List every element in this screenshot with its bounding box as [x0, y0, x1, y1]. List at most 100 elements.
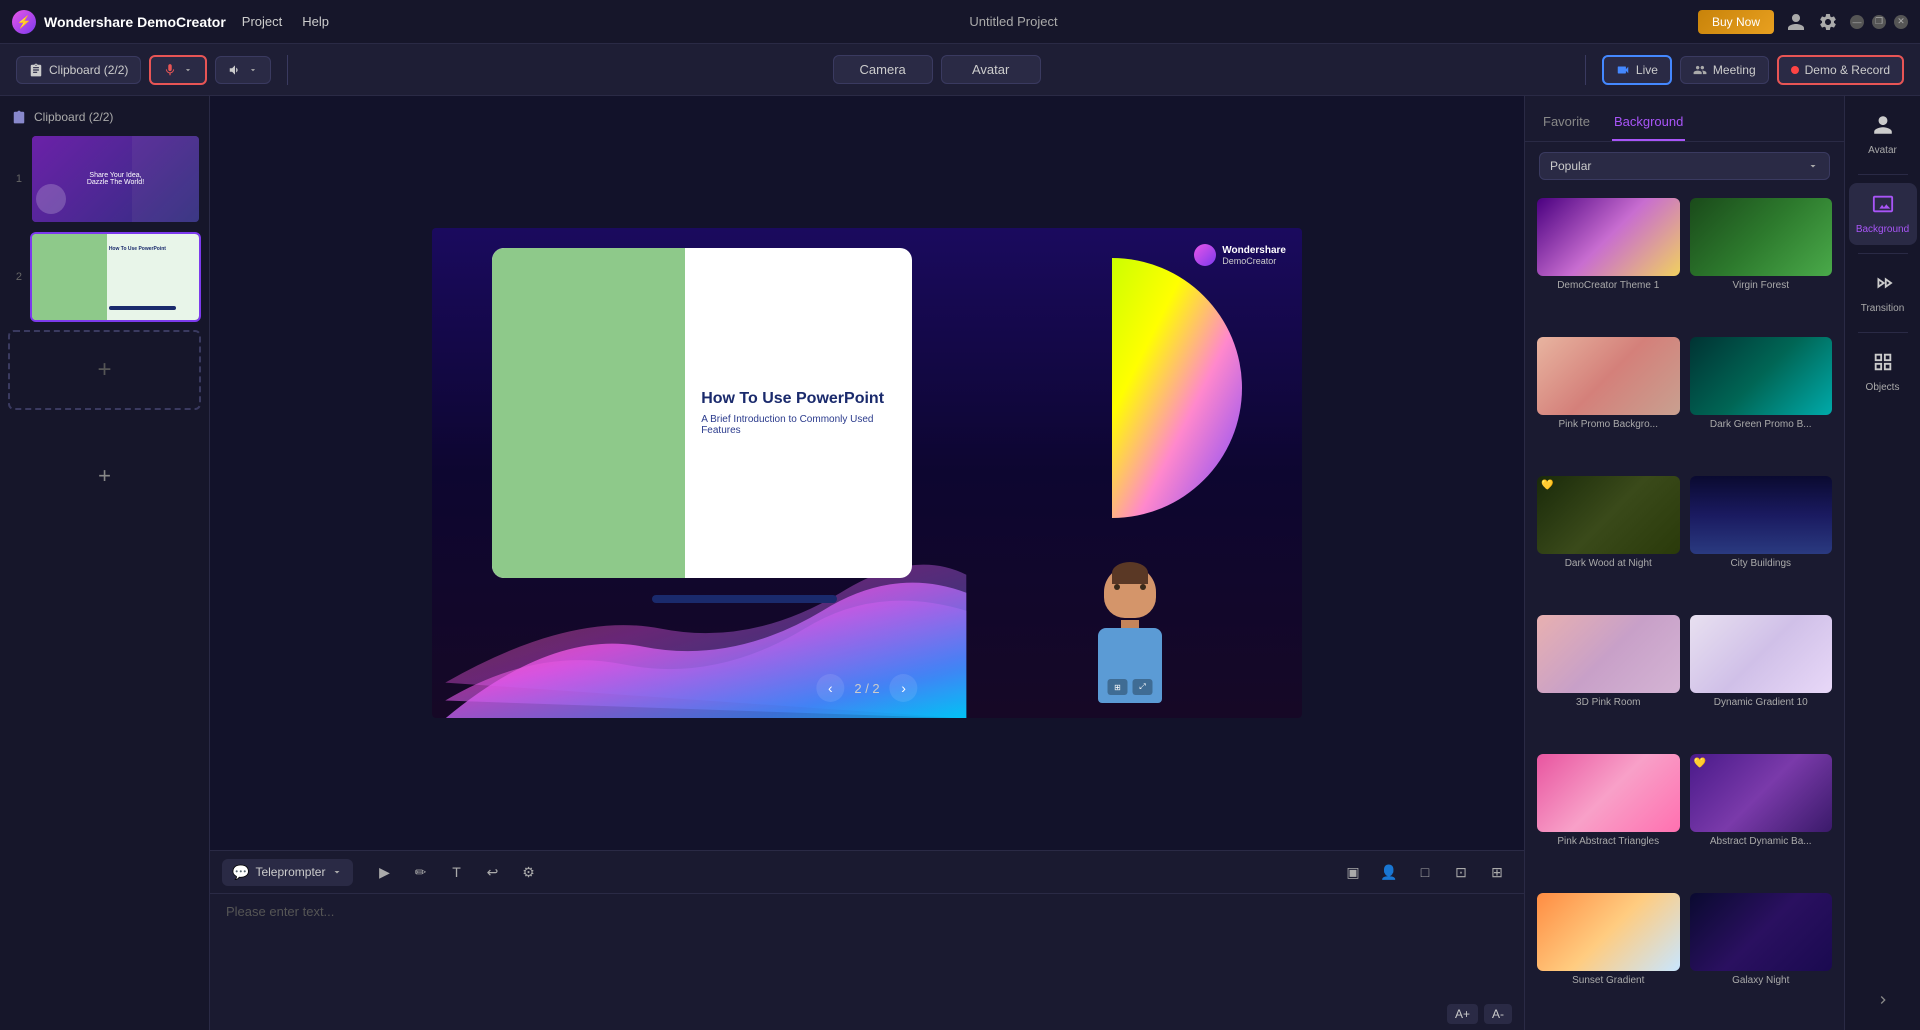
slide-main-title: How To Use PowerPoint: [701, 390, 896, 408]
title-bar: ⚡ Wondershare DemoCreator Project Help U…: [0, 0, 1920, 44]
bg-item-dark-wood[interactable]: 💛 Dark Wood at Night: [1537, 476, 1680, 605]
teleprompter-tools: ▶ ✏ T ↩ ⚙: [369, 857, 543, 887]
menu-project[interactable]: Project: [242, 14, 282, 29]
font-controls: A+ A-: [210, 998, 1524, 1030]
clipboard-button[interactable]: Clipboard (2/2): [16, 56, 141, 84]
nav-controls: ‹ 2 / 2 ›: [816, 674, 917, 702]
avatar-mode-button[interactable]: Avatar: [941, 55, 1041, 84]
live-button[interactable]: Live: [1602, 55, 1672, 85]
slide-blue-bar: [652, 595, 837, 603]
icon-panel-sep-1: [1858, 174, 1908, 175]
tab-background[interactable]: Background: [1612, 108, 1685, 141]
bg-thumb-abstract-dyn: 💛: [1690, 754, 1833, 832]
teleprompter-content: Please enter text... A+ A-: [210, 894, 1524, 1030]
tp-layout-1-button[interactable]: ▣: [1338, 857, 1368, 887]
ctrl-btn-2[interactable]: ⤢: [1133, 679, 1153, 695]
audio-button[interactable]: [215, 56, 271, 84]
teleprompter-dropdown[interactable]: 💬 Teleprompter: [222, 859, 353, 886]
buy-now-button[interactable]: Buy Now: [1698, 10, 1774, 34]
panel-expand-button[interactable]: [1849, 982, 1917, 1018]
icon-panel-sep-2: [1858, 253, 1908, 254]
bg-item-city-buildings[interactable]: City Buildings: [1690, 476, 1833, 605]
tp-format-button[interactable]: ⚙: [513, 857, 543, 887]
microphone-icon: [163, 63, 177, 77]
slide-item-1[interactable]: 1 Share Your Idea,Dazzle The World!: [8, 134, 201, 224]
nav-next-button[interactable]: ›: [890, 674, 918, 702]
background-panel-label: Background: [1856, 224, 1909, 235]
toolbar-center: Camera Avatar: [833, 55, 1041, 84]
clipboard-label: Clipboard (2/2): [49, 63, 128, 77]
tp-undo-button[interactable]: ↩: [477, 857, 507, 887]
chevron-right-icon: [1875, 992, 1891, 1008]
bg-label-pink-abstract: Pink Abstract Triangles: [1537, 836, 1680, 847]
background-filter-dropdown[interactable]: Popular: [1539, 152, 1830, 180]
slide-main-subtitle: A Brief Introduction to Commonly Used Fe…: [701, 414, 896, 436]
microphone-button[interactable]: [149, 55, 207, 85]
clipboard-icon: [29, 63, 43, 77]
user-icon[interactable]: [1786, 12, 1806, 32]
tp-layout-4-button[interactable]: ⊡: [1446, 857, 1476, 887]
slide-content: How To Use PowerPoint A Brief Introducti…: [492, 248, 912, 578]
dark-wood-favorite-badge: 💛: [1541, 480, 1553, 491]
bg-item-pink-abstract[interactable]: Pink Abstract Triangles: [1537, 754, 1680, 883]
bg-thumb-dark-wood: 💛: [1537, 476, 1680, 554]
font-size-increase-button[interactable]: A+: [1447, 1004, 1478, 1024]
panel-item-background[interactable]: Background: [1849, 183, 1917, 245]
panel-item-avatar[interactable]: Avatar: [1849, 104, 1917, 166]
meeting-label: Meeting: [1713, 63, 1756, 77]
icon-panel: Avatar Background Transition: [1844, 96, 1920, 1030]
nav-prev-button[interactable]: ‹: [816, 674, 844, 702]
camera-button[interactable]: Camera: [833, 55, 933, 84]
bg-label-galaxy: Galaxy Night: [1690, 975, 1833, 986]
tp-play-button[interactable]: ▶: [369, 857, 399, 887]
bg-label-gradient1: Sunset Gradient: [1537, 975, 1680, 986]
panel-collapse-area: [1849, 982, 1917, 1018]
bg-thumb-galaxy: [1690, 893, 1833, 971]
tab-favorite[interactable]: Favorite: [1541, 108, 1592, 141]
slide-thumb-2[interactable]: How To Use PowerPoint: [30, 232, 201, 322]
add-slide-button[interactable]: +: [8, 330, 201, 410]
clipboard-small-icon: [12, 110, 26, 124]
tp-layout-5-button[interactable]: ⊞: [1482, 857, 1512, 887]
bg-item-abstract-dyn[interactable]: 💛 Abstract Dynamic Ba...: [1690, 754, 1833, 883]
close-button[interactable]: ✕: [1894, 15, 1908, 29]
bg-item-pink-promo[interactable]: Pink Promo Backgro...: [1537, 337, 1680, 466]
bg-item-dyn-grad[interactable]: Dynamic Gradient 10: [1690, 615, 1833, 744]
avatar-neck: [1121, 620, 1139, 628]
demo-record-button[interactable]: Demo & Record: [1777, 55, 1904, 85]
add-clipboard-button[interactable]: +: [16, 458, 193, 494]
record-indicator: [1791, 66, 1799, 74]
bg-item-3d-pink[interactable]: 3D Pink Room: [1537, 615, 1680, 744]
avatar-head: [1104, 566, 1156, 618]
slide-item-2[interactable]: 2 How To Use PowerPoint: [8, 232, 201, 322]
avatar-panel-icon: [1872, 114, 1894, 141]
menu-help[interactable]: Help: [302, 14, 329, 29]
project-title: Untitled Project: [345, 14, 1682, 29]
transition-panel-icon: [1872, 272, 1894, 299]
panel-item-transition[interactable]: Transition: [1849, 262, 1917, 324]
tp-layout-3-button[interactable]: □: [1410, 857, 1440, 887]
meeting-button[interactable]: Meeting: [1680, 56, 1769, 84]
right-sidebar: Favorite Background Popular DemoCreator …: [1524, 96, 1920, 1030]
tp-layout-2-button[interactable]: 👤: [1374, 857, 1404, 887]
bg-thumb-dark-green: [1690, 337, 1833, 415]
bg-item-democreator[interactable]: DemoCreator Theme 1: [1537, 198, 1680, 327]
transition-panel-label: Transition: [1861, 303, 1905, 314]
background-grid: DemoCreator Theme 1 Virgin Forest Pink P…: [1525, 190, 1844, 1030]
font-size-decrease-button[interactable]: A-: [1484, 1004, 1512, 1024]
slide2-bar-preview: [109, 306, 176, 310]
tp-pen-button[interactable]: ✏: [405, 857, 435, 887]
bg-item-virgin-forest[interactable]: Virgin Forest: [1690, 198, 1833, 327]
watermark-sub: DemoCreator: [1222, 256, 1286, 266]
panel-item-objects[interactable]: Objects: [1849, 341, 1917, 403]
settings-icon[interactable]: [1818, 12, 1838, 32]
minimize-button[interactable]: —: [1850, 15, 1864, 29]
slide-thumb-1[interactable]: Share Your Idea,Dazzle The World!: [30, 134, 201, 224]
bg-item-dark-green[interactable]: Dark Green Promo B...: [1690, 337, 1833, 466]
ctrl-btn-1[interactable]: ⊞: [1108, 679, 1128, 695]
maximize-button[interactable]: ❐: [1872, 15, 1886, 29]
bg-item-gradient1[interactable]: Sunset Gradient: [1537, 893, 1680, 1022]
bg-item-galaxy[interactable]: Galaxy Night: [1690, 893, 1833, 1022]
teleprompter-text-area[interactable]: Please enter text...: [210, 894, 1524, 998]
tp-text-button[interactable]: T: [441, 857, 471, 887]
